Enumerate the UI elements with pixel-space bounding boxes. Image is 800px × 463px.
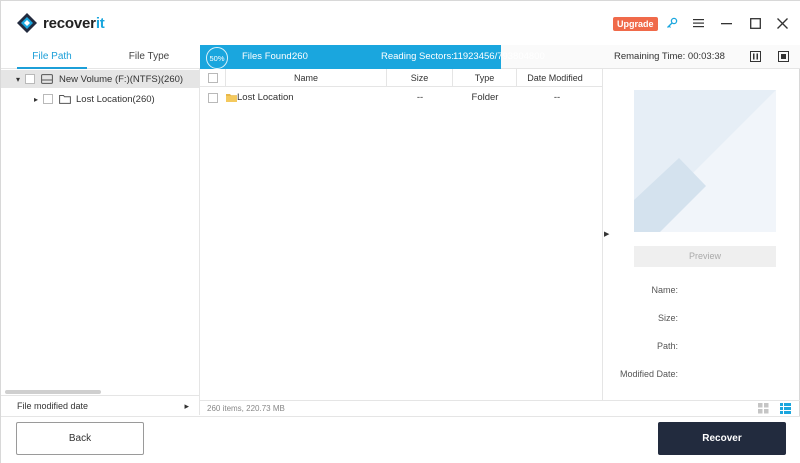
recoverit-logo-icon — [17, 13, 37, 33]
recover-button[interactable]: Recover — [658, 422, 786, 455]
scan-percent-indicator: 50% — [206, 47, 228, 69]
tree-item-label: Lost Location(260) — [76, 93, 155, 105]
row-size: -- — [416, 92, 424, 103]
column-name[interactable]: Name — [226, 69, 387, 87]
select-all-checkbox[interactable] — [207, 73, 218, 83]
menu-icon[interactable] — [689, 14, 707, 32]
meta-name-label: Name: — [651, 285, 678, 295]
preview-panel: Preview Name: Size: Path: Modified Date: — [613, 69, 800, 400]
list-view-icon[interactable] — [780, 403, 791, 414]
pause-button[interactable] — [750, 51, 761, 62]
tab-file-type[interactable]: File Type — [113, 45, 185, 69]
grid-view-icon[interactable] — [758, 403, 769, 414]
file-table: Name Size Type Date Modified Lost Locati… — [200, 69, 603, 400]
stop-icon — [781, 54, 786, 59]
key-icon[interactable] — [663, 14, 681, 32]
reading-sectors-label: Reading Sectors: — [381, 51, 454, 62]
app-logo: recoverit — [17, 13, 105, 33]
remaining-time: Remaining Time: 00:03:38 — [614, 45, 725, 69]
meta-size-label: Size: — [657, 313, 678, 323]
footer-bar: Back Recover — [1, 416, 800, 463]
tree-horizontal-scrollbar[interactable] — [5, 390, 101, 394]
meta-path-label: Path: — [656, 341, 678, 351]
scan-progress-bar: 50% Files Found: 260 Reading Sectors: 11… — [200, 45, 800, 69]
column-size[interactable]: Size — [387, 69, 453, 87]
row-name: Lost Location — [237, 92, 294, 103]
title-bar: recoverit Upgrade — [1, 1, 800, 45]
meta-modified-date-label: Modified Date: — [619, 369, 678, 379]
files-found-label: Files Found: — [242, 51, 295, 62]
chevron-right-icon[interactable]: ▸ — [31, 95, 41, 104]
drive-icon — [41, 74, 53, 84]
table-header: Name Size Type Date Modified — [200, 69, 603, 87]
select-all-checkbox-cell[interactable] — [200, 69, 226, 87]
tree-item-lost-location[interactable]: ▸ Lost Location(260) — [1, 90, 200, 108]
tree-item-new-volume[interactable]: ▾ New Volume (F:)(NTFS)(260) — [1, 70, 200, 88]
maximize-icon[interactable] — [746, 14, 764, 32]
pause-icon — [753, 53, 758, 60]
sort-selector[interactable]: File modified date ▸ — [1, 395, 200, 415]
tree-checkbox[interactable] — [25, 74, 35, 84]
back-button[interactable]: Back — [16, 422, 144, 455]
recoverit-window: recoverit Upgrade File Path File Type 50… — [0, 0, 800, 463]
preview-button[interactable]: Preview — [634, 246, 776, 267]
remaining-time-value: 00:03:38 — [687, 51, 725, 62]
view-tabs: File Path File Type — [1, 45, 200, 69]
file-path-tree: ▾ New Volume (F:)(NTFS)(260) ▸ Lost Loca… — [1, 69, 200, 395]
column-type[interactable]: Type — [453, 69, 517, 87]
column-date-modified[interactable]: Date Modified — [517, 69, 593, 87]
chevron-right-icon: ▸ — [184, 401, 189, 411]
chevron-down-icon[interactable]: ▾ — [13, 75, 23, 84]
folder-outline-icon — [59, 94, 71, 104]
tree-item-label: New Volume (F:)(NTFS)(260) — [59, 73, 184, 85]
table-row[interactable]: Lost Location -- Folder -- — [200, 89, 603, 107]
upgrade-button[interactable]: Upgrade — [613, 17, 658, 31]
close-icon[interactable] — [773, 14, 791, 32]
app-name: recoverit — [43, 14, 105, 32]
files-found-value: 260 — [292, 51, 308, 62]
tab-file-path[interactable]: File Path — [17, 45, 87, 69]
sort-label: File modified date — [17, 401, 89, 411]
items-summary: 260 items, 220.73 MB — [200, 400, 800, 416]
preview-placeholder-image — [634, 90, 776, 232]
remaining-time-label: Remaining Time: — [614, 51, 686, 62]
tree-checkbox[interactable] — [43, 94, 53, 104]
row-checkbox[interactable] — [208, 93, 218, 103]
preview-toggle-arrow[interactable]: ▶ — [604, 230, 609, 238]
row-type: Folder — [471, 92, 499, 103]
stop-button[interactable] — [778, 51, 789, 62]
reading-sectors-value: 11923456/793804800 — [453, 51, 545, 62]
row-date-modified: -- — [553, 92, 561, 103]
minimize-icon[interactable] — [717, 14, 735, 32]
